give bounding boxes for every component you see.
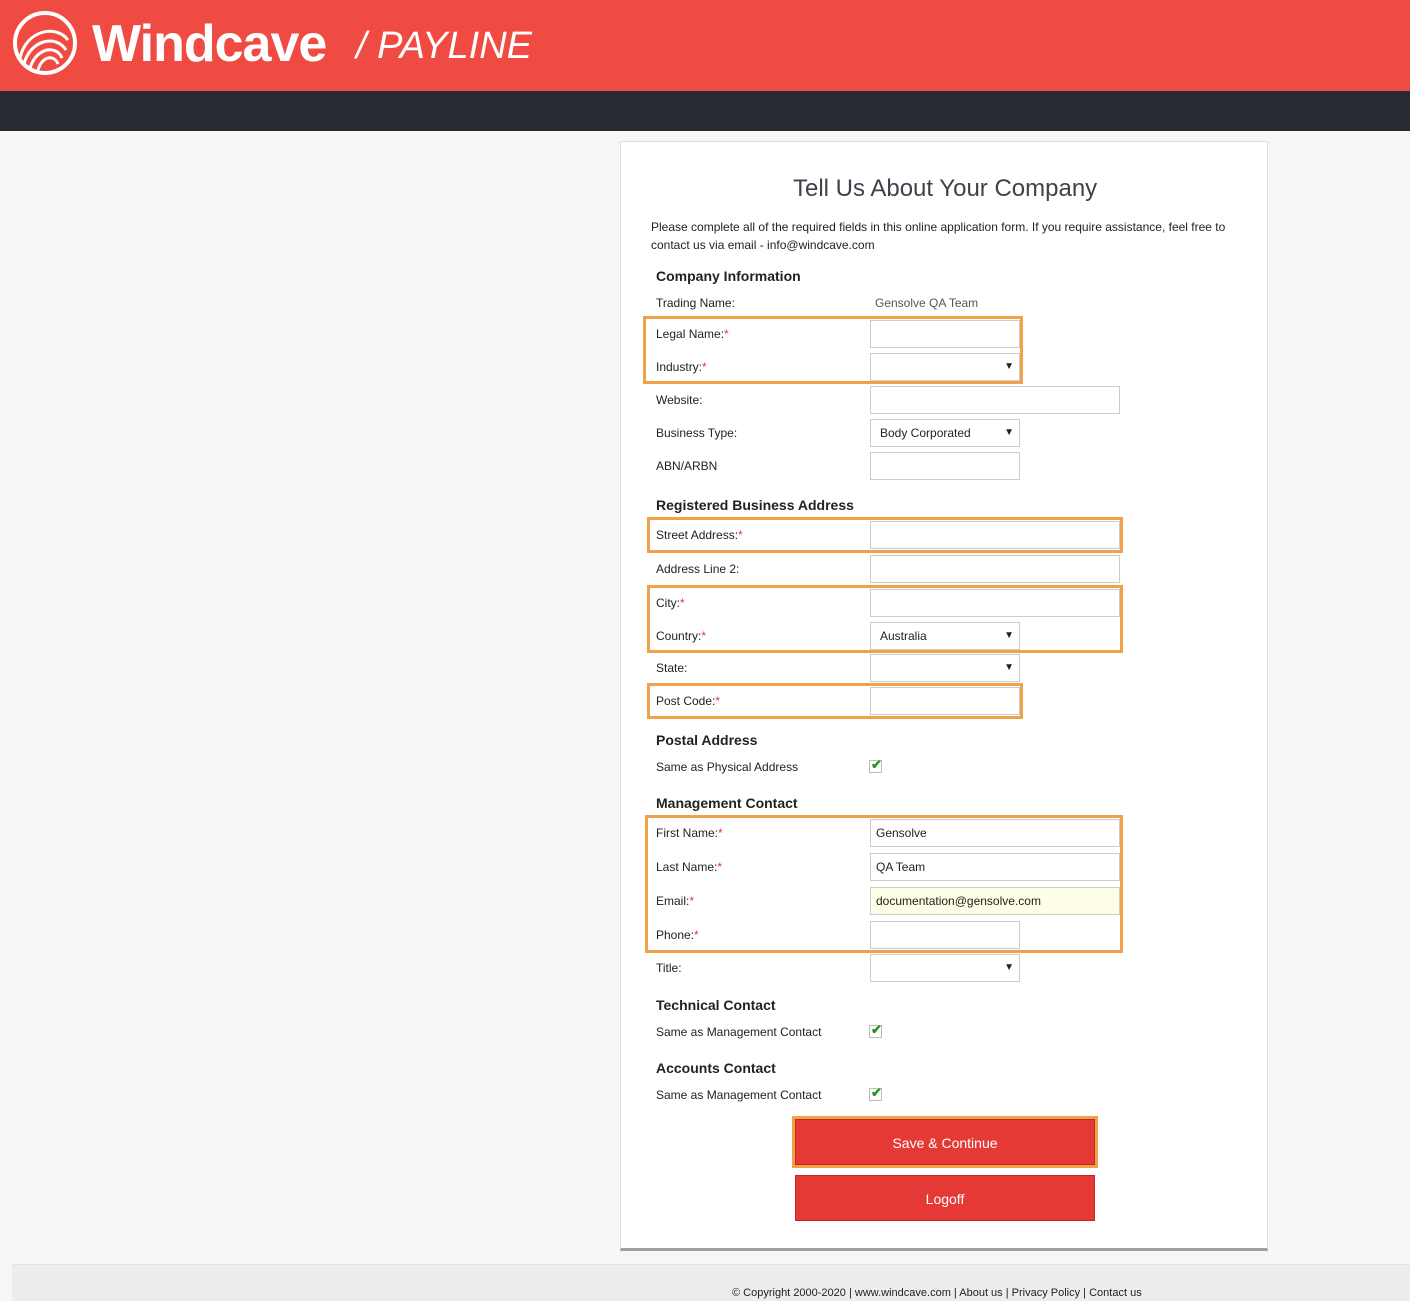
intro-text: Please complete all of the required fiel…: [651, 220, 1226, 252]
highlight-box: [647, 585, 1123, 653]
state-label: State:: [656, 661, 688, 675]
dropdown-arrow-icon: ▼: [1004, 427, 1014, 438]
checkmark-icon: ✔: [871, 757, 882, 772]
product-name: / PAYLINE: [356, 25, 532, 67]
abn-input[interactable]: [870, 452, 1020, 480]
highlight-box: [645, 815, 1123, 953]
section-company-information: Company Information: [656, 268, 801, 284]
footer-link-privacy[interactable]: Privacy Policy: [1012, 1287, 1080, 1299]
state-select[interactable]: ▼: [870, 654, 1020, 682]
highlight-box: [792, 1116, 1098, 1168]
logoff-button[interactable]: Logoff: [795, 1175, 1095, 1221]
same-as-physical-checkbox[interactable]: ✔: [869, 757, 882, 773]
footer-link-contact[interactable]: Contact us: [1089, 1287, 1142, 1299]
website-input[interactable]: [870, 386, 1120, 414]
page-title: Tell Us About Your Company: [793, 175, 1098, 202]
section-technical-contact: Technical Contact: [656, 997, 776, 1013]
business-type-label: Business Type:: [656, 426, 738, 440]
same-as-physical-label: Same as Physical Address: [656, 760, 799, 774]
footer-bar: [12, 1264, 1410, 1301]
address-line2-input[interactable]: [870, 555, 1120, 583]
nav-bar: [0, 91, 1410, 131]
footer-links: © Copyright 2000-2020 | www.windcave.com…: [732, 1287, 1142, 1299]
trading-name-value: Gensolve QA Team: [875, 296, 979, 310]
address-line2-label: Address Line 2:: [656, 562, 740, 576]
highlight-box: [647, 683, 1023, 719]
copyright-text: © Copyright 2000-2020: [732, 1287, 846, 1299]
contact-title-label: Title:: [656, 961, 682, 975]
dropdown-arrow-icon: ▼: [1004, 962, 1014, 973]
section-management-contact: Management Contact: [656, 795, 798, 811]
technical-same-label: Same as Management Contact: [656, 1025, 822, 1039]
business-type-select[interactable]: Body Corporated ▼: [870, 419, 1020, 447]
footer-link-site[interactable]: www.windcave.com: [855, 1287, 951, 1299]
accounts-same-checkbox[interactable]: ✔: [869, 1085, 882, 1101]
windcave-logo-icon: [13, 11, 77, 75]
highlight-box: [643, 316, 1023, 384]
section-registered-address: Registered Business Address: [656, 497, 854, 513]
header-bar: Windcave / PAYLINE: [0, 0, 1410, 91]
section-accounts-contact: Accounts Contact: [656, 1060, 776, 1076]
dropdown-arrow-icon: ▼: [1004, 662, 1014, 673]
technical-same-checkbox[interactable]: ✔: [869, 1022, 882, 1038]
website-label: Website:: [656, 393, 703, 407]
section-postal-address: Postal Address: [656, 732, 758, 748]
accounts-same-label: Same as Management Contact: [656, 1088, 822, 1102]
checkmark-icon: ✔: [871, 1085, 882, 1100]
footer-link-about[interactable]: About us: [959, 1287, 1002, 1299]
contact-title-select[interactable]: ▼: [870, 954, 1020, 982]
trading-name-label: Trading Name:: [656, 296, 735, 310]
checkmark-icon: ✔: [871, 1022, 882, 1037]
brand-name: Windcave: [92, 15, 327, 73]
abn-label: ABN/ARBN: [656, 459, 718, 473]
highlight-box: [647, 517, 1123, 553]
